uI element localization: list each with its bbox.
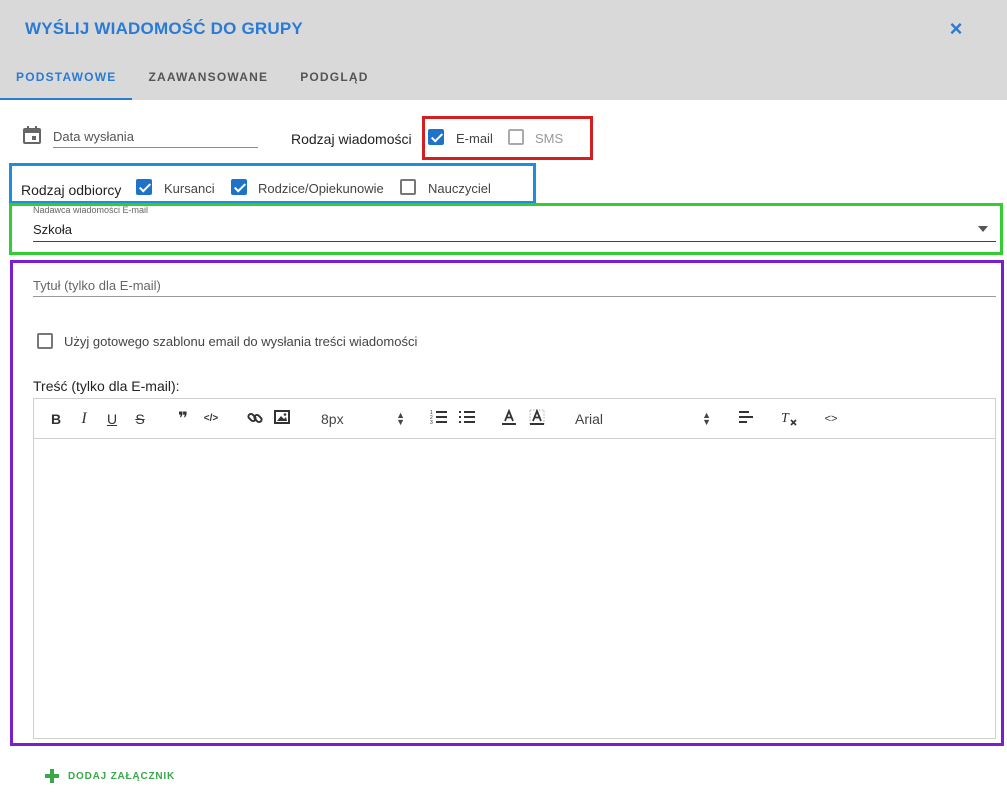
dialog-title: WYŚLIJ WIADOMOŚĆ DO GRUPY — [25, 19, 303, 38]
content-highlight — [10, 260, 1004, 746]
tab-advanced[interactable]: ZAAWANSOWANE — [132, 58, 284, 100]
close-icon[interactable]: × — [944, 17, 968, 41]
add-attachment-button[interactable]: DODAJ ZAŁĄCZNIK — [44, 766, 175, 786]
add-attachment-label: DODAJ ZAŁĄCZNIK — [68, 770, 175, 782]
dialog-header: WYŚLIJ WIADOMOŚĆ DO GRUPY × PODSTAWOWE Z… — [0, 0, 1007, 100]
tab-preview[interactable]: PODGLĄD — [284, 58, 384, 100]
send-date-input[interactable] — [53, 125, 258, 148]
recipient-type-highlight — [9, 163, 536, 204]
sender-highlight — [9, 203, 1003, 255]
message-type-highlight — [422, 116, 593, 160]
tab-basic[interactable]: PODSTAWOWE — [0, 58, 133, 100]
tab-bar: PODSTAWOWE ZAAWANSOWANE PODGLĄD — [0, 58, 385, 100]
calendar-icon[interactable] — [22, 125, 42, 145]
plus-icon — [44, 768, 60, 784]
message-type-label: Rodzaj wiadomości — [291, 131, 412, 147]
